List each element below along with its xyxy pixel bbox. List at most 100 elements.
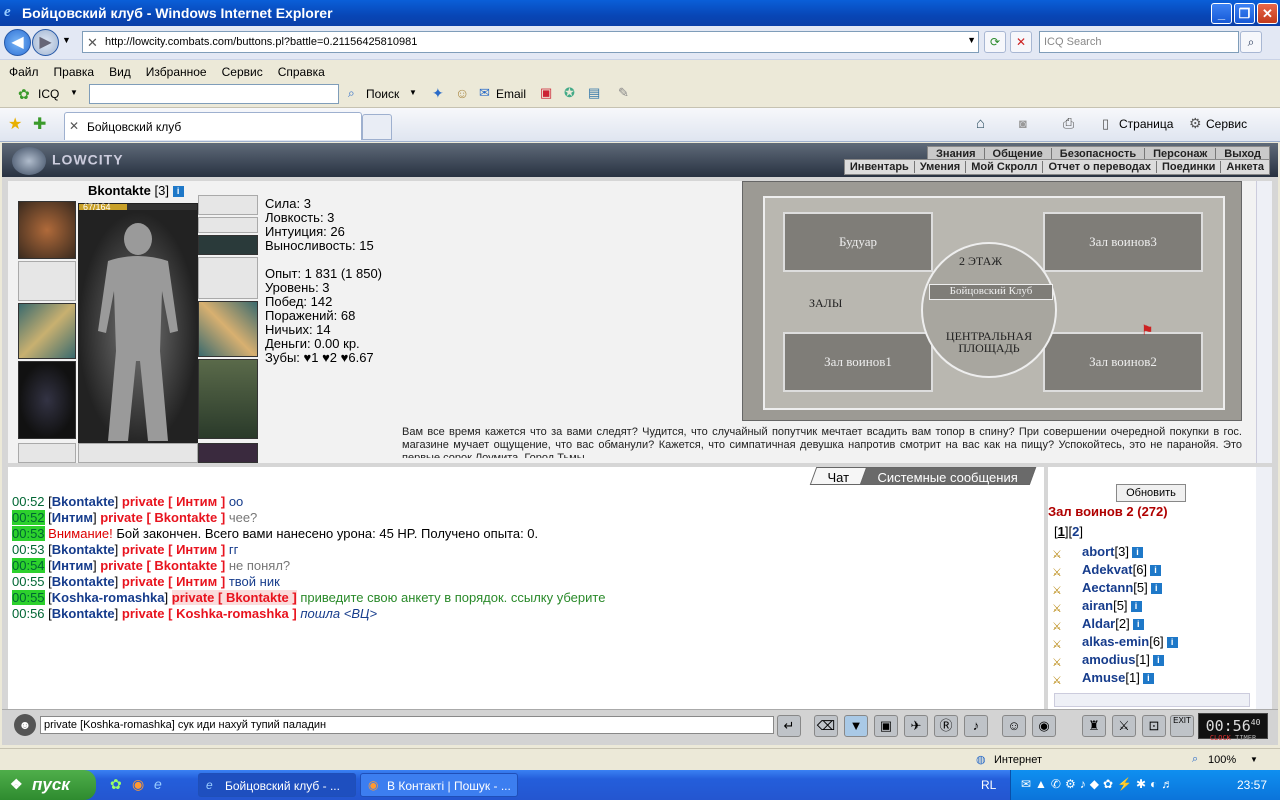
start-button[interactable]: ❖ пуск [0, 770, 96, 800]
toolbar-tool-icon[interactable]: ✎ [618, 85, 629, 101]
message-time[interactable]: 00:52 [12, 494, 45, 509]
belt-slot[interactable] [18, 443, 76, 463]
tools-menu[interactable]: Сервис [1206, 117, 1247, 131]
message-time[interactable]: 00:54 [12, 558, 45, 573]
message-sender[interactable]: Koshka-romashka [52, 590, 165, 605]
armor-slot[interactable] [18, 361, 76, 439]
filter-icon[interactable]: ▼ [844, 715, 868, 737]
email-button[interactable]: Email [496, 87, 526, 101]
fight-club-label[interactable]: Бойцовский Клуб [929, 284, 1053, 300]
user-status-icon[interactable]: ⚔ [1052, 636, 1074, 651]
icq-button[interactable]: ICQ [38, 87, 59, 101]
menu-favorites[interactable]: Избранное [137, 61, 213, 79]
room-boudoir[interactable]: Будуар [783, 212, 933, 272]
address-input[interactable]: ✕ http://lowcity.combats.com/buttons.pl?… [82, 31, 979, 53]
new-tab[interactable] [362, 114, 392, 140]
maximize-button[interactable]: ❐ [1234, 3, 1255, 24]
tab-system-messages[interactable]: Системные сообщения [859, 467, 1037, 485]
search-input[interactable]: ICQ Search [1039, 31, 1239, 53]
room-scrollbar[interactable] [1256, 467, 1272, 709]
user-name[interactable]: amodius [1082, 652, 1135, 667]
message-sender[interactable]: Bkontakte [52, 574, 115, 589]
weapon-right-slot[interactable] [198, 301, 258, 357]
send-icon[interactable]: ↵ [777, 715, 801, 737]
speed-icon[interactable]: ◉ [1032, 715, 1056, 737]
toolbar-game-icon[interactable]: ✪ [564, 85, 575, 101]
message-time[interactable]: 00:52 [12, 510, 45, 525]
pants-slot[interactable] [198, 359, 258, 439]
nav-my-scroll[interactable]: Мой Скролл [966, 161, 1044, 173]
address-dropdown-icon[interactable]: ▼ [967, 35, 976, 45]
boots-slot[interactable] [198, 443, 258, 463]
user-info-icon[interactable]: i [1131, 547, 1143, 559]
message-time[interactable]: 00:56 [12, 606, 45, 621]
task-fight-club[interactable]: e Бойцовский клуб - ... [198, 773, 356, 797]
translit-icon[interactable]: Ⓡ [934, 715, 958, 737]
user-status-icon[interactable]: ⚔ [1052, 654, 1074, 669]
task-vkontakte[interactable]: ◉ В Контакті | Пошук - ... [360, 773, 518, 797]
zoom-level[interactable]: 100% [1208, 754, 1236, 766]
user-info-icon[interactable]: i [1130, 601, 1142, 613]
private-recipient[interactable]: private [ Интим ] [122, 574, 225, 589]
message-sender[interactable]: Интим [52, 558, 93, 573]
save-icon[interactable]: ▣ [874, 715, 898, 737]
user-info-icon[interactable]: i [1152, 655, 1164, 667]
message-time[interactable]: 00:55 [12, 574, 45, 589]
compass-icon[interactable]: ✦ [432, 85, 444, 102]
search-go-icon[interactable]: ⌕ [1240, 31, 1262, 53]
user-info-icon[interactable]: i [1150, 565, 1162, 577]
forward-button[interactable]: ▶ [32, 29, 59, 56]
user-status-icon[interactable]: ⚔ [1052, 546, 1074, 561]
message-time[interactable]: 00:55 [12, 590, 45, 605]
menu-help[interactable]: Справка [269, 61, 331, 79]
lock-icon[interactable]: ⊡ [1142, 715, 1166, 737]
print-icon[interactable]: ⎙ [1063, 115, 1074, 132]
toolbar-search-combo[interactable] [89, 84, 339, 104]
refresh-button[interactable]: Обновить [1116, 484, 1186, 502]
feeds-icon[interactable]: ◙ [1019, 116, 1027, 131]
toolbar-app-icon[interactable]: ▣ [540, 85, 552, 101]
toolbar-news-icon[interactable]: ▤ [588, 85, 600, 101]
page-1-link[interactable]: 1 [1058, 524, 1065, 539]
sound-icon[interactable]: ♪ [964, 715, 988, 737]
quicklaunch-ie-icon[interactable]: e [154, 776, 162, 792]
amulet-slot[interactable] [198, 217, 258, 233]
user-name[interactable]: abort [1082, 544, 1115, 559]
floor-2-label[interactable]: 2 ЭТАЖ [959, 254, 1002, 269]
nav-transfer-report[interactable]: Отчет о переводах [1043, 161, 1158, 173]
user-name[interactable]: alkas-emin [1082, 634, 1149, 649]
user-info-icon[interactable]: i [1150, 583, 1162, 595]
nav-skills[interactable]: Умения [915, 161, 967, 173]
tray-icons[interactable]: ✉▲✆⚙♪◆✿⚡✱◐♬ [1021, 777, 1177, 791]
room-warriors-1[interactable]: Зал воинов1 [783, 332, 933, 392]
favorites-star-icon[interactable]: ★ [8, 114, 22, 134]
page-2-link[interactable]: 2 [1072, 524, 1079, 539]
private-recipient[interactable]: private [ Bkontakte ] [100, 558, 225, 573]
exit-icon[interactable]: EXIT [1170, 715, 1194, 737]
gloves-slot[interactable] [198, 257, 258, 299]
message-time[interactable]: 00:53 [12, 542, 45, 557]
zoom-dropdown-icon[interactable]: ▼ [1250, 755, 1258, 764]
nav-fights[interactable]: Поединки [1157, 161, 1222, 173]
battle-icon[interactable]: ⚔ [1112, 715, 1136, 737]
message-sender[interactable]: Bkontakte [52, 542, 115, 557]
ring-slot[interactable] [198, 195, 258, 215]
user-name[interactable]: airan [1082, 598, 1113, 613]
room-warriors-3[interactable]: Зал воинов3 [1043, 212, 1203, 272]
central-square-label[interactable]: ЦЕНТРАЛЬНАЯ ПЛОЩАДЬ [939, 330, 1039, 354]
chat-mode-icon[interactable]: ☻ [14, 714, 36, 736]
user-status-icon[interactable]: ⚔ [1052, 600, 1074, 615]
menu-edit[interactable]: Правка [45, 61, 101, 79]
message-sender[interactable]: Bkontakte [52, 606, 115, 621]
quicklaunch-icq-icon[interactable]: ✿ [110, 776, 122, 793]
extra-slots[interactable] [78, 443, 198, 463]
refresh-icon[interactable]: ⟳ [984, 31, 1006, 53]
user-list-hscroll[interactable] [1054, 693, 1250, 707]
rings-row-slot[interactable] [198, 235, 258, 255]
user-name[interactable]: Aldar [1082, 616, 1115, 631]
message-sender[interactable]: Интим [52, 510, 93, 525]
message-sender[interactable]: Bkontakte [52, 494, 115, 509]
run-icon[interactable]: ✈ [904, 715, 928, 737]
icq-dropdown-icon[interactable]: ▼ [70, 88, 78, 97]
back-button[interactable]: ◀ [4, 29, 31, 56]
